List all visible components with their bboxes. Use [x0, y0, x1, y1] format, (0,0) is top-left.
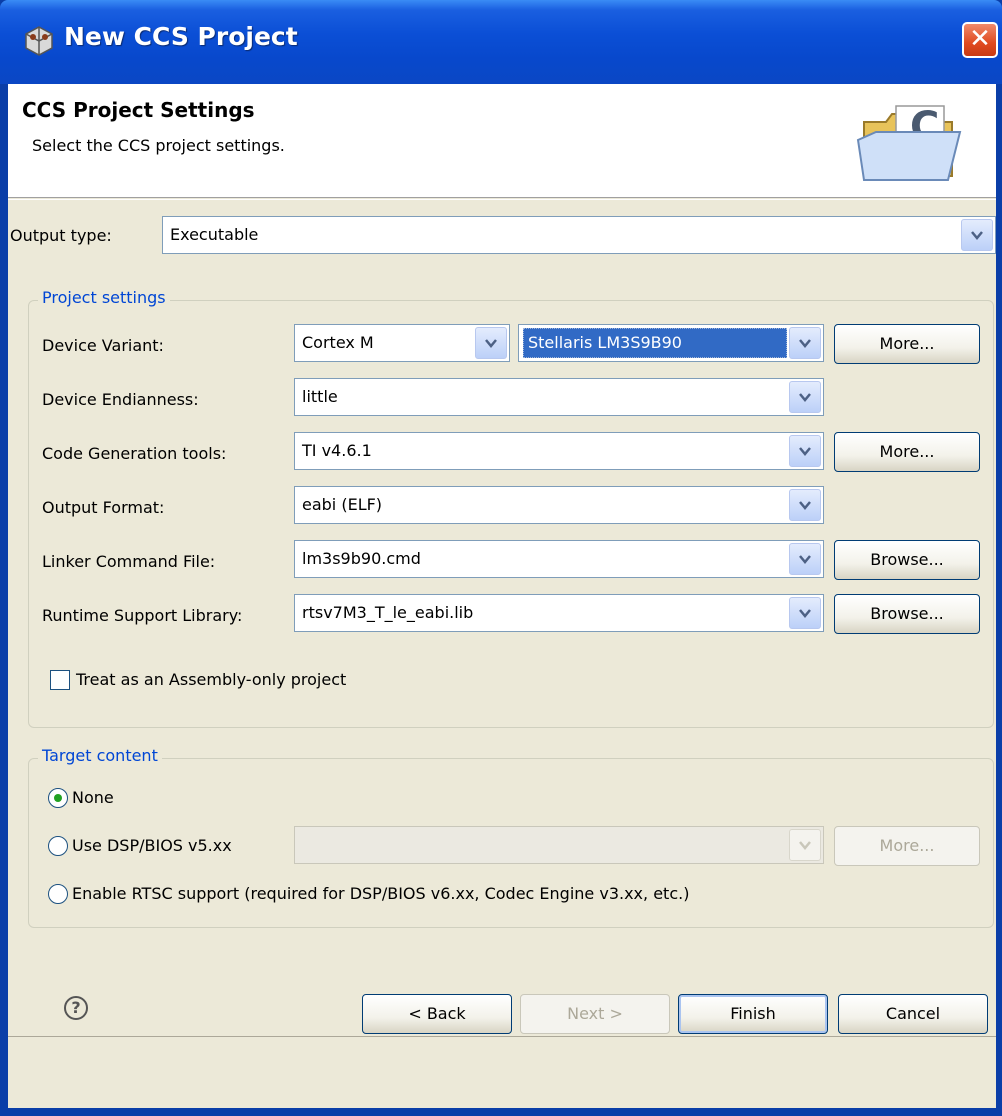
output-format-label: Output Format:	[42, 498, 165, 517]
close-button[interactable]: ✕	[962, 22, 998, 58]
banner-separator	[8, 199, 996, 200]
chevron-down-icon[interactable]	[961, 219, 993, 251]
runtime-lib-value: rtsv7M3_T_le_eabi.lib	[302, 603, 474, 622]
chevron-down-icon[interactable]	[475, 327, 507, 359]
next-button: Next >	[520, 994, 670, 1034]
codegen-tools-value: TI v4.6.1	[302, 441, 372, 460]
codegen-tools-label: Code Generation tools:	[42, 444, 227, 463]
chevron-down-icon[interactable]	[789, 381, 821, 413]
linker-browse-button[interactable]: Browse...	[834, 540, 980, 580]
footer-separator	[8, 1036, 996, 1037]
wizard-banner: CCS Project Settings Select the CCS proj…	[8, 84, 996, 198]
device-combo[interactable]: Stellaris LM3S9B90	[518, 324, 824, 362]
device-family-value: Cortex M	[302, 333, 374, 352]
codegen-tools-combo[interactable]: TI v4.6.1	[294, 432, 824, 470]
dsp-more-button: More...	[834, 826, 980, 866]
linker-cmd-label: Linker Command File:	[42, 552, 216, 571]
page-title: CCS Project Settings	[22, 98, 255, 122]
title-bar[interactable]: New CCS Project ✕	[0, 0, 1002, 84]
back-button[interactable]: < Back	[362, 994, 512, 1034]
device-variant-label: Device Variant:	[42, 336, 164, 355]
project-settings-title: Project settings	[38, 288, 170, 307]
window-title: New CCS Project	[64, 22, 298, 51]
chevron-down-icon	[789, 829, 821, 861]
close-icon: ✕	[969, 24, 991, 54]
page-description: Select the CCS project settings.	[32, 136, 285, 155]
radio-rtsc[interactable]	[48, 884, 68, 904]
output-format-combo[interactable]: eabi (ELF)	[294, 486, 824, 524]
output-type-value: Executable	[170, 225, 259, 244]
linker-cmd-combo[interactable]: lm3s9b90.cmd	[294, 540, 824, 578]
output-format-value: eabi (ELF)	[302, 495, 383, 514]
radio-dsp-bios[interactable]	[48, 836, 68, 856]
chevron-down-icon[interactable]	[789, 327, 821, 359]
dialog-client: CCS Project Settings Select the CCS proj…	[8, 84, 996, 1108]
linker-cmd-value: lm3s9b90.cmd	[302, 549, 421, 568]
dialog-window: New CCS Project ✕ CCS Project Settings S…	[0, 0, 1002, 1116]
assembly-only-label[interactable]: Treat as an Assembly-only project	[76, 670, 346, 689]
target-content-title: Target content	[38, 746, 162, 765]
radio-dsp-bios-label[interactable]: Use DSP/BIOS v5.xx	[72, 836, 232, 855]
chevron-down-icon[interactable]	[789, 435, 821, 467]
radio-selected-dot	[54, 794, 62, 802]
runtime-lib-label: Runtime Support Library:	[42, 606, 243, 625]
finish-button[interactable]: Finish	[678, 994, 828, 1034]
endianness-combo[interactable]: little	[294, 378, 824, 416]
device-family-combo[interactable]: Cortex M	[294, 324, 510, 362]
assembly-only-checkbox[interactable]	[50, 670, 70, 690]
chevron-down-icon[interactable]	[789, 543, 821, 575]
radio-none[interactable]	[48, 788, 68, 808]
device-more-button[interactable]: More...	[834, 324, 980, 364]
device-endianness-label: Device Endianness:	[42, 390, 199, 409]
chevron-down-icon[interactable]	[789, 597, 821, 629]
chevron-down-icon[interactable]	[789, 489, 821, 521]
codegen-more-button[interactable]: More...	[834, 432, 980, 472]
ccs-app-icon	[25, 26, 53, 56]
dsp-bios-combo	[294, 826, 824, 864]
output-type-combo[interactable]: Executable	[162, 216, 996, 254]
runtime-browse-button[interactable]: Browse...	[834, 594, 980, 634]
radio-none-label[interactable]: None	[72, 788, 114, 807]
endianness-value: little	[302, 387, 338, 406]
device-value: Stellaris LM3S9B90	[523, 328, 787, 358]
runtime-lib-combo[interactable]: rtsv7M3_T_le_eabi.lib	[294, 594, 824, 632]
radio-rtsc-label[interactable]: Enable RTSC support (required for DSP/BI…	[72, 884, 689, 903]
cancel-button[interactable]: Cancel	[838, 994, 988, 1034]
help-icon[interactable]: ?	[64, 996, 88, 1020]
output-type-label: Output type:	[10, 226, 112, 245]
folder-c-icon: C	[856, 104, 962, 181]
